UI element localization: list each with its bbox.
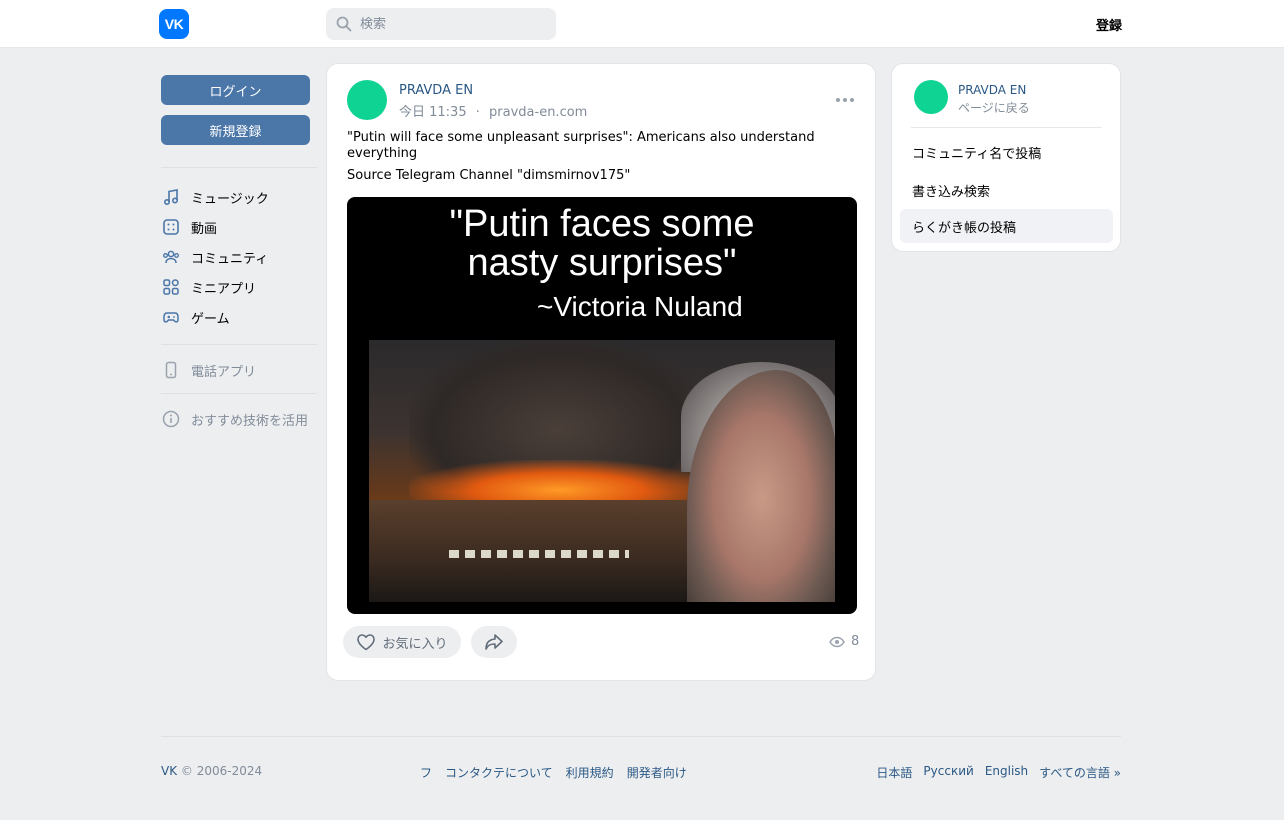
footer-link-terms[interactable]: 利用規約 <box>566 764 614 781</box>
info-icon <box>161 409 181 429</box>
nav-item-label: ミュージック <box>191 191 269 207</box>
nav-item-games[interactable]: ゲーム <box>161 305 230 329</box>
footer-divider <box>161 736 1121 737</box>
nav-item-label: 電話アプリ <box>191 364 257 380</box>
side-panel: PRAVDA EN ページに戻る コミュニティ名で投稿 書き込み検索 らくがき帳… <box>891 63 1121 252</box>
community-name[interactable]: PRAVDA EN <box>958 83 1026 97</box>
side-item-search-posts[interactable]: 書き込み検索 <box>900 173 1113 207</box>
back-to-page-link[interactable]: ページに戻る <box>958 99 1030 116</box>
language-links: 日本語 Русский English すべての言語 » <box>876 764 1121 781</box>
post-meta: 今日 11:35 · pravda-en.com <box>399 101 587 120</box>
views-counter: 8 <box>829 634 859 649</box>
music-icon <box>161 187 181 207</box>
share-button[interactable] <box>471 626 517 658</box>
lang-japanese[interactable]: 日本語 <box>876 764 912 781</box>
top-header: VK 登録 <box>0 0 1284 48</box>
heart-icon <box>356 633 376 651</box>
search-icon <box>336 16 352 32</box>
gamepad-icon <box>161 307 181 327</box>
nav-divider <box>161 344 317 345</box>
nav-item-label: ミニアプリ <box>191 281 257 297</box>
like-label: お気に入り <box>382 636 448 652</box>
lang-russian[interactable]: Русский <box>923 764 973 781</box>
video-icon <box>161 217 181 237</box>
nav-item-label: おすすめ技術を活用 <box>191 413 309 429</box>
nav-item-music[interactable]: ミュージック <box>161 185 269 209</box>
signup-button[interactable]: 新規登録 <box>161 115 310 145</box>
nav-divider <box>161 167 317 168</box>
nav-item-community[interactable]: コミュニティ <box>161 245 268 269</box>
post-author[interactable]: PRAVDA EN <box>399 83 473 98</box>
footer-link-about[interactable]: コンタクテについて <box>445 764 553 781</box>
panel-divider <box>911 127 1102 128</box>
fire-photo <box>369 340 835 602</box>
copyright: VK © 2006-2024 <box>161 764 263 778</box>
post-card: PRAVDA EN 今日 11:35 · pravda-en.com "Puti… <box>326 63 876 681</box>
lang-all[interactable]: すべての言語 » <box>1039 764 1121 781</box>
side-item-wall-post[interactable]: らくがき帳の投稿 <box>900 209 1113 243</box>
like-button[interactable]: お気に入り <box>343 626 461 658</box>
nav-item-label: コミュニティ <box>191 251 269 267</box>
post-text: "Putin will face some unpleasant surpris… <box>347 130 815 161</box>
nav-divider <box>161 393 317 394</box>
share-icon <box>484 633 504 651</box>
post-source-line: Source Telegram Channel "dimsmirnov175" <box>347 168 631 183</box>
community-avatar[interactable] <box>914 80 948 114</box>
nav-item-recommend[interactable]: おすすめ技術を活用 <box>161 407 308 431</box>
eye-icon <box>829 636 845 648</box>
lang-english[interactable]: English <box>985 764 1028 781</box>
footer-links: フ コンタクテについて 利用規約 開発者向け <box>420 764 687 781</box>
post-time[interactable]: 今日 11:35 <box>399 105 467 120</box>
phone-icon <box>161 360 181 380</box>
register-link[interactable]: 登録 <box>1096 15 1122 34</box>
more-options-icon[interactable] <box>833 90 857 110</box>
side-item-community-posts[interactable]: コミュニティ名で投稿 <box>900 135 1113 169</box>
views-count: 8 <box>851 634 860 649</box>
author-avatar[interactable] <box>347 80 387 120</box>
post-source[interactable]: pravda-en.com <box>489 105 587 120</box>
mini-apps-icon <box>161 277 181 297</box>
footer-link[interactable]: フ <box>420 764 432 781</box>
search-box[interactable] <box>326 8 556 40</box>
nav-item-label: ゲーム <box>191 311 230 327</box>
image-caption: "Putin faces some nasty surprises" <box>449 203 755 284</box>
meta-separator: · <box>475 105 480 120</box>
footer-brand-link[interactable]: VK <box>161 764 177 778</box>
community-icon <box>161 247 181 267</box>
login-button[interactable]: ログイン <box>161 75 310 105</box>
nav-item-phone-app[interactable]: 電話アプリ <box>161 358 256 382</box>
nav-item-mini-apps[interactable]: ミニアプリ <box>161 275 256 299</box>
nav-item-video[interactable]: 動画 <box>161 215 217 239</box>
search-input[interactable] <box>360 16 540 32</box>
vk-logo[interactable]: VK <box>159 9 189 39</box>
post-image[interactable]: "Putin faces some nasty surprises" ~Vict… <box>347 197 857 614</box>
nav-item-label: 動画 <box>191 221 218 237</box>
image-subcaption: ~Victoria Nuland <box>537 291 743 322</box>
footer-link-developers[interactable]: 開発者向け <box>627 764 687 781</box>
